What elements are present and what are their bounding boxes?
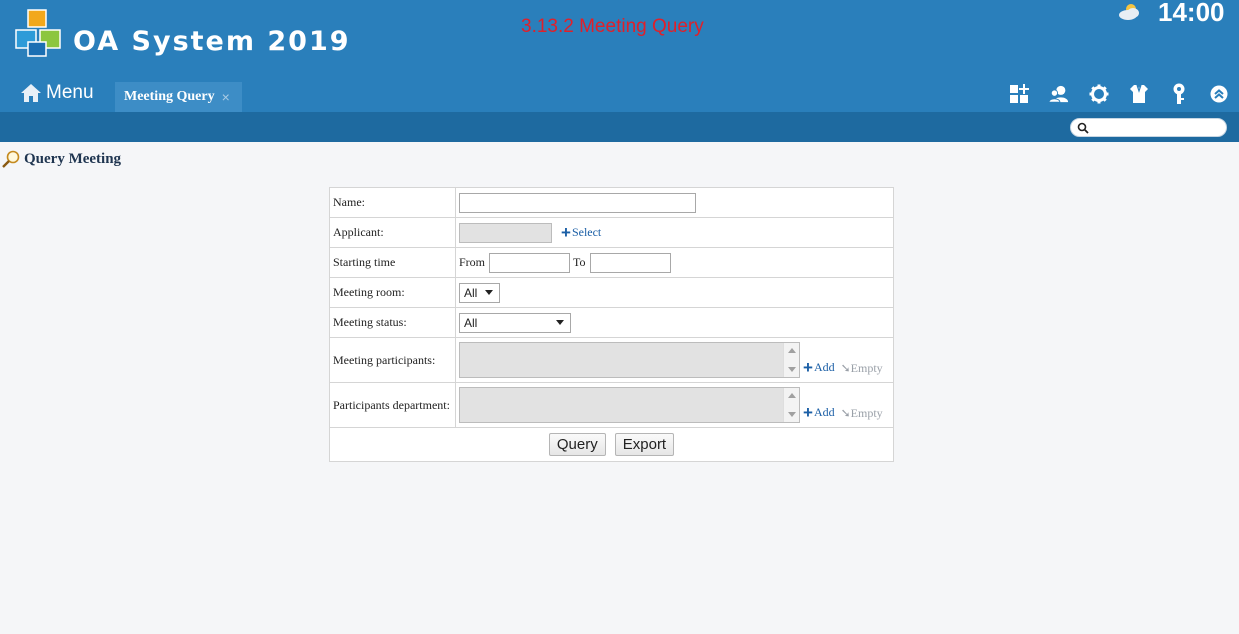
magnifier-icon bbox=[2, 150, 20, 168]
eraser-icon: ➘ bbox=[840, 405, 851, 420]
section-title-text: Query Meeting bbox=[24, 150, 122, 167]
chevron-down-icon bbox=[556, 320, 564, 325]
form-row-starting-time: Starting time From To bbox=[329, 247, 894, 278]
name-label: Name: bbox=[329, 187, 456, 218]
app-title: OA System 2019 bbox=[73, 26, 351, 57]
scrollbar[interactable] bbox=[783, 343, 799, 377]
search-box[interactable] bbox=[1070, 118, 1227, 137]
scroll-down-icon bbox=[788, 412, 796, 417]
to-label: To bbox=[573, 255, 586, 269]
menu-label: Menu bbox=[46, 82, 94, 103]
form-row-actions: Query Export bbox=[329, 427, 894, 462]
meeting-status-label: Meeting status: bbox=[329, 307, 456, 338]
start-to-input[interactable] bbox=[589, 252, 671, 273]
chevron-down-icon bbox=[485, 290, 493, 295]
tab-close-icon[interactable]: × bbox=[222, 89, 230, 105]
toolbar-icons bbox=[989, 83, 1229, 105]
shirt-icon[interactable] bbox=[1129, 83, 1149, 105]
eraser-icon: ➘ bbox=[840, 360, 851, 375]
plus-icon: + bbox=[803, 403, 813, 422]
scrollbar[interactable] bbox=[783, 388, 799, 422]
department-textarea[interactable] bbox=[459, 387, 800, 423]
start-from-input[interactable] bbox=[489, 252, 571, 273]
home-icon bbox=[21, 84, 41, 102]
empty-participants-link[interactable]: ➘Empty bbox=[841, 361, 883, 375]
applicant-label: Applicant: bbox=[329, 217, 456, 248]
form-row-participants: Meeting participants: +Add ➘Empty bbox=[329, 337, 894, 383]
starting-time-label: Starting time bbox=[329, 247, 456, 278]
key-icon[interactable] bbox=[1169, 83, 1189, 105]
search-icon bbox=[1077, 122, 1089, 134]
form-row-name: Name: bbox=[329, 187, 894, 218]
page-caption: 3.13.2 Meeting Query bbox=[521, 16, 704, 37]
app-logo-icon bbox=[15, 9, 61, 57]
meeting-room-select[interactable]: All bbox=[459, 282, 500, 303]
menu-button[interactable]: Menu bbox=[20, 80, 94, 106]
name-input[interactable] bbox=[459, 192, 696, 213]
department-label: Participants department: bbox=[329, 382, 456, 428]
form-row-meeting-room: Meeting room: All bbox=[329, 277, 894, 308]
scroll-down-icon bbox=[788, 367, 796, 372]
meeting-status-select[interactable]: All bbox=[459, 312, 571, 333]
scroll-up-icon bbox=[788, 348, 796, 353]
participants-label: Meeting participants: bbox=[329, 337, 456, 383]
clock: 14:00 bbox=[1158, 0, 1225, 27]
search-input[interactable] bbox=[1093, 120, 1221, 135]
meeting-room-label: Meeting room: bbox=[329, 277, 456, 308]
gear-icon[interactable] bbox=[1089, 83, 1109, 105]
plus-icon: + bbox=[803, 358, 813, 377]
sub-bar bbox=[0, 112, 1239, 142]
export-button[interactable]: Export bbox=[614, 433, 675, 456]
query-button[interactable]: Query bbox=[548, 433, 606, 456]
section-title: Query Meeting bbox=[1, 150, 121, 168]
apps-add-icon[interactable] bbox=[1009, 83, 1029, 105]
collapse-up-icon[interactable] bbox=[1209, 83, 1229, 105]
users-icon[interactable] bbox=[1049, 83, 1069, 105]
participants-textarea[interactable] bbox=[459, 342, 800, 378]
applicant-input[interactable] bbox=[459, 222, 552, 243]
add-participants-link[interactable]: +Add bbox=[803, 358, 835, 377]
form-row-meeting-status: Meeting status: All bbox=[329, 307, 894, 338]
form-row-department: Participants department: +Add ➘Empty bbox=[329, 382, 894, 428]
tab-label: Meeting Query bbox=[124, 89, 215, 104]
empty-department-link[interactable]: ➘Empty bbox=[841, 406, 883, 420]
top-header: OA System 2019 3.13.2 Meeting Query 14:0… bbox=[0, 0, 1239, 112]
select-applicant-link[interactable]: +Select bbox=[561, 222, 601, 242]
meeting-query-form: Name: Applicant: +Select Starting time F… bbox=[329, 187, 894, 462]
from-label: From bbox=[459, 255, 486, 269]
add-department-link[interactable]: +Add bbox=[803, 403, 835, 422]
scroll-up-icon bbox=[788, 393, 796, 398]
weather-icon[interactable] bbox=[1117, 2, 1141, 22]
plus-icon: + bbox=[561, 222, 571, 242]
form-row-applicant: Applicant: +Select bbox=[329, 217, 894, 248]
tab-meeting-query[interactable]: Meeting Query × bbox=[115, 82, 242, 112]
